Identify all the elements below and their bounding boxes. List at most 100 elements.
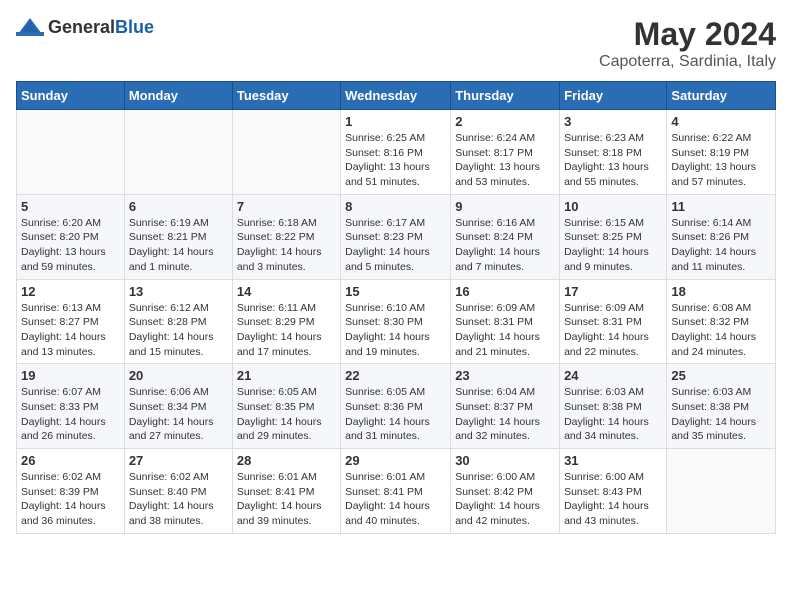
calendar-cell: 28 Sunrise: 6:01 AMSunset: 8:41 PMDayligh… [232,449,340,534]
calendar-cell: 25 Sunrise: 6:03 AMSunset: 8:38 PMDayligh… [667,364,776,449]
cell-info: Sunrise: 6:09 AMSunset: 8:31 PMDaylight:… [564,302,649,358]
day-number: 30 [455,453,555,468]
calendar-cell: 10 Sunrise: 6:15 AMSunset: 8:25 PMDayligh… [560,194,667,279]
day-number: 9 [455,199,555,214]
calendar-cell: 21 Sunrise: 6:05 AMSunset: 8:35 PMDayligh… [232,364,340,449]
calendar-cell: 29Sunrise: 6:01 AMSunset: 8:41 PMDayligh… [341,449,451,534]
cell-info: Sunrise: 6:14 AMSunset: 8:26 PMDaylight:… [671,217,756,273]
cell-info: Sunrise: 6:18 AMSunset: 8:22 PMDaylight:… [237,217,322,273]
col-friday: Friday [560,82,667,110]
calendar-header: Sunday Monday Tuesday Wednesday Thursday… [17,82,776,110]
calendar-cell: 27 Sunrise: 6:02 AMSunset: 8:40 PMDayligh… [124,449,232,534]
cell-info: Sunrise: 6:22 AMSunset: 8:19 PMDaylight:… [671,132,756,188]
cell-info: Sunrise: 6:11 AMSunset: 8:29 PMDaylight:… [237,302,322,358]
day-number: 23 [455,368,555,383]
day-number: 20 [129,368,228,383]
day-number: 3 [564,114,662,129]
calendar-week-row: 19Sunrise: 6:07 AMSunset: 8:33 PMDayligh… [17,364,776,449]
day-number: 31 [564,453,662,468]
calendar-cell: 2 Sunrise: 6:24 AMSunset: 8:17 PMDaylight… [451,110,560,195]
col-thursday: Thursday [451,82,560,110]
calendar-cell: 19Sunrise: 6:07 AMSunset: 8:33 PMDayligh… [17,364,125,449]
main-title: May 2024 [599,16,776,53]
day-number: 14 [237,284,336,299]
calendar-table: Sunday Monday Tuesday Wednesday Thursday… [16,81,776,534]
cell-info: Sunrise: 6:19 AMSunset: 8:21 PMDaylight:… [129,217,214,273]
day-number: 2 [455,114,555,129]
day-number: 25 [671,368,771,383]
logo: GeneralBlue [16,16,154,38]
cell-info: Sunrise: 6:16 AMSunset: 8:24 PMDaylight:… [455,217,540,273]
page-header: GeneralBlue May 2024 Capoterra, Sardinia… [16,16,776,71]
day-number: 28 [237,453,336,468]
cell-info: Sunrise: 6:12 AMSunset: 8:28 PMDaylight:… [129,302,214,358]
cell-info: Sunrise: 6:10 AMSunset: 8:30 PMDaylight:… [345,302,430,358]
cell-info: Sunrise: 6:00 AMSunset: 8:42 PMDaylight:… [455,471,540,527]
day-number: 8 [345,199,446,214]
day-number: 11 [671,199,771,214]
cell-info: Sunrise: 6:07 AMSunset: 8:33 PMDaylight:… [21,386,106,442]
calendar-cell: 15Sunrise: 6:10 AMSunset: 8:30 PMDayligh… [341,279,451,364]
cell-info: Sunrise: 6:25 AMSunset: 8:16 PMDaylight:… [345,132,430,188]
calendar-cell: 9 Sunrise: 6:16 AMSunset: 8:24 PMDaylight… [451,194,560,279]
calendar-cell: 16 Sunrise: 6:09 AMSunset: 8:31 PMDayligh… [451,279,560,364]
day-number: 24 [564,368,662,383]
calendar-week-row: 12Sunrise: 6:13 AMSunset: 8:27 PMDayligh… [17,279,776,364]
day-number: 22 [345,368,446,383]
calendar-cell: 17Sunrise: 6:09 AMSunset: 8:31 PMDayligh… [560,279,667,364]
day-number: 18 [671,284,771,299]
calendar-cell: 1 Sunrise: 6:25 AMSunset: 8:16 PMDaylight… [341,110,451,195]
logo-general-text: General [48,17,115,37]
calendar-cell [17,110,125,195]
cell-info: Sunrise: 6:17 AMSunset: 8:23 PMDaylight:… [345,217,430,273]
day-number: 13 [129,284,228,299]
calendar-cell: 6Sunrise: 6:19 AMSunset: 8:21 PMDaylight… [124,194,232,279]
calendar-cell: 18 Sunrise: 6:08 AMSunset: 8:32 PMDayligh… [667,279,776,364]
cell-info: Sunrise: 6:15 AMSunset: 8:25 PMDaylight:… [564,217,649,273]
cell-info: Sunrise: 6:02 AMSunset: 8:40 PMDaylight:… [129,471,214,527]
cell-info: Sunrise: 6:03 AMSunset: 8:38 PMDaylight:… [564,386,649,442]
calendar-body: 1 Sunrise: 6:25 AMSunset: 8:16 PMDaylight… [17,110,776,534]
day-number: 21 [237,368,336,383]
day-number: 5 [21,199,120,214]
logo-icon [16,16,44,38]
calendar-cell: 5 Sunrise: 6:20 AMSunset: 8:20 PMDaylight… [17,194,125,279]
col-saturday: Saturday [667,82,776,110]
cell-info: Sunrise: 6:00 AMSunset: 8:43 PMDaylight:… [564,471,649,527]
calendar-cell: 3 Sunrise: 6:23 AMSunset: 8:18 PMDaylight… [560,110,667,195]
day-number: 7 [237,199,336,214]
cell-info: Sunrise: 6:23 AMSunset: 8:18 PMDaylight:… [564,132,649,188]
calendar-cell: 26Sunrise: 6:02 AMSunset: 8:39 PMDayligh… [17,449,125,534]
cell-info: Sunrise: 6:09 AMSunset: 8:31 PMDaylight:… [455,302,540,358]
col-monday: Monday [124,82,232,110]
calendar-cell: 4Sunrise: 6:22 AMSunset: 8:19 PMDaylight… [667,110,776,195]
cell-info: Sunrise: 6:05 AMSunset: 8:35 PMDaylight:… [237,386,322,442]
cell-info: Sunrise: 6:08 AMSunset: 8:32 PMDaylight:… [671,302,756,358]
calendar-cell [232,110,340,195]
calendar-cell: 13 Sunrise: 6:12 AMSunset: 8:28 PMDayligh… [124,279,232,364]
day-number: 27 [129,453,228,468]
cell-info: Sunrise: 6:06 AMSunset: 8:34 PMDaylight:… [129,386,214,442]
calendar-cell: 11 Sunrise: 6:14 AMSunset: 8:26 PMDayligh… [667,194,776,279]
cell-info: Sunrise: 6:01 AMSunset: 8:41 PMDaylight:… [237,471,322,527]
day-number: 10 [564,199,662,214]
title-area: May 2024 Capoterra, Sardinia, Italy [599,16,776,71]
calendar-cell [124,110,232,195]
cell-info: Sunrise: 6:04 AMSunset: 8:37 PMDaylight:… [455,386,540,442]
calendar-cell: 8 Sunrise: 6:17 AMSunset: 8:23 PMDaylight… [341,194,451,279]
cell-info: Sunrise: 6:03 AMSunset: 8:38 PMDaylight:… [671,386,756,442]
logo-blue-text: Blue [115,17,154,37]
calendar-cell: 23 Sunrise: 6:04 AMSunset: 8:37 PMDayligh… [451,364,560,449]
header-row: Sunday Monday Tuesday Wednesday Thursday… [17,82,776,110]
day-number: 1 [345,114,446,129]
calendar-cell: 14 Sunrise: 6:11 AMSunset: 8:29 PMDayligh… [232,279,340,364]
calendar-week-row: 5 Sunrise: 6:20 AMSunset: 8:20 PMDaylight… [17,194,776,279]
day-number: 26 [21,453,120,468]
cell-info: Sunrise: 6:24 AMSunset: 8:17 PMDaylight:… [455,132,540,188]
calendar-cell: 31 Sunrise: 6:00 AMSunset: 8:43 PMDayligh… [560,449,667,534]
subtitle: Capoterra, Sardinia, Italy [599,53,776,71]
calendar-cell: 12Sunrise: 6:13 AMSunset: 8:27 PMDayligh… [17,279,125,364]
col-tuesday: Tuesday [232,82,340,110]
day-number: 16 [455,284,555,299]
cell-info: Sunrise: 6:20 AMSunset: 8:20 PMDaylight:… [21,217,106,273]
